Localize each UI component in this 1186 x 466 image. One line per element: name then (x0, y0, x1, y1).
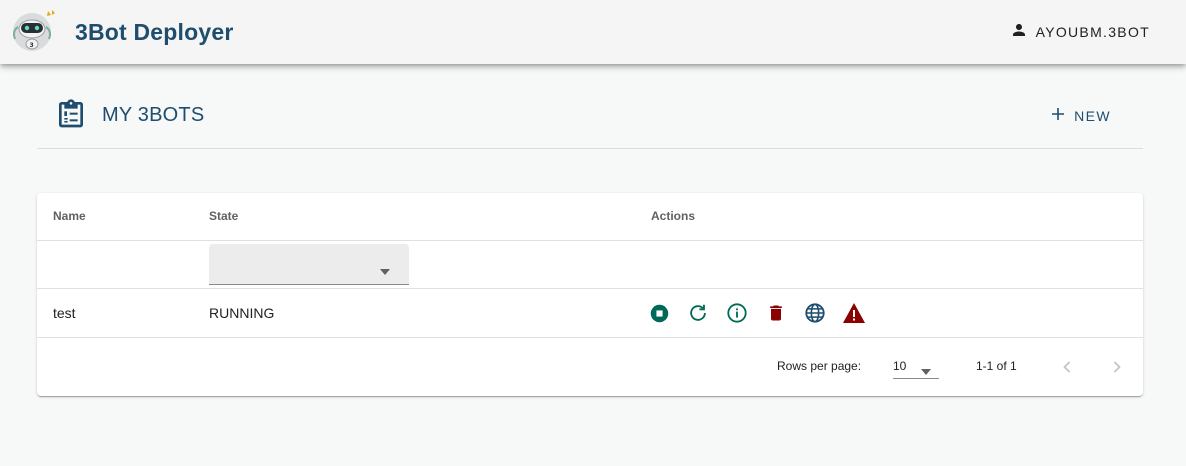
table-header-row: Name State Actions (37, 193, 1143, 241)
pagination-range: 1-1 of 1 (976, 359, 1017, 373)
info-icon[interactable] (725, 301, 749, 325)
stop-icon[interactable] (647, 301, 671, 325)
cell-state: RUNNING (209, 305, 275, 321)
chevron-down-icon (379, 262, 391, 280)
chevron-down-icon (920, 364, 932, 378)
section-header: MY 3BOTS NEW (37, 86, 1143, 149)
next-page-button[interactable] (1105, 355, 1129, 379)
alert-icon[interactable] (842, 301, 866, 325)
app-title: 3Bot Deployer (75, 19, 234, 45)
table-footer: Rows per page: 10 1-1 of 1 (37, 338, 1143, 396)
clipboard-list-icon (55, 98, 87, 130)
user-name: AYOUBM.3BOT (1035, 24, 1150, 40)
user-menu-button[interactable]: AYOUBM.3BOT (998, 14, 1162, 50)
3bot-logo: 3 (10, 9, 58, 53)
table-row: test RUNNING (37, 289, 1143, 338)
chevron-right-icon (1113, 361, 1121, 373)
new-3bot-button[interactable]: NEW (1041, 99, 1121, 133)
rows-per-page-select[interactable]: 10 (893, 353, 939, 379)
svg-text:3: 3 (30, 42, 34, 49)
rows-per-page-value: 10 (893, 359, 907, 373)
web-icon[interactable] (803, 301, 827, 325)
filter-row (37, 241, 1143, 289)
prev-page-button[interactable] (1055, 355, 1079, 379)
column-header-state[interactable]: State (209, 209, 238, 223)
new-button-label: NEW (1074, 108, 1111, 124)
chevron-left-icon (1063, 361, 1071, 373)
plus-icon (1051, 107, 1065, 126)
account-icon (1010, 21, 1028, 44)
column-header-name[interactable]: Name (53, 209, 86, 223)
delete-icon[interactable] (764, 301, 788, 325)
row-actions (647, 301, 866, 325)
cell-name: test (53, 305, 76, 321)
page-title: MY 3BOTS (102, 104, 205, 126)
bots-table: Name State Actions test RUNNING Rows per… (37, 193, 1143, 396)
app-bar: 3 3Bot Deployer AYOUBM.3BOT (0, 0, 1186, 64)
state-filter-select[interactable] (209, 244, 409, 285)
restart-icon[interactable] (686, 301, 710, 325)
column-header-actions: Actions (651, 209, 696, 223)
rows-per-page-label: Rows per page: (777, 359, 862, 373)
